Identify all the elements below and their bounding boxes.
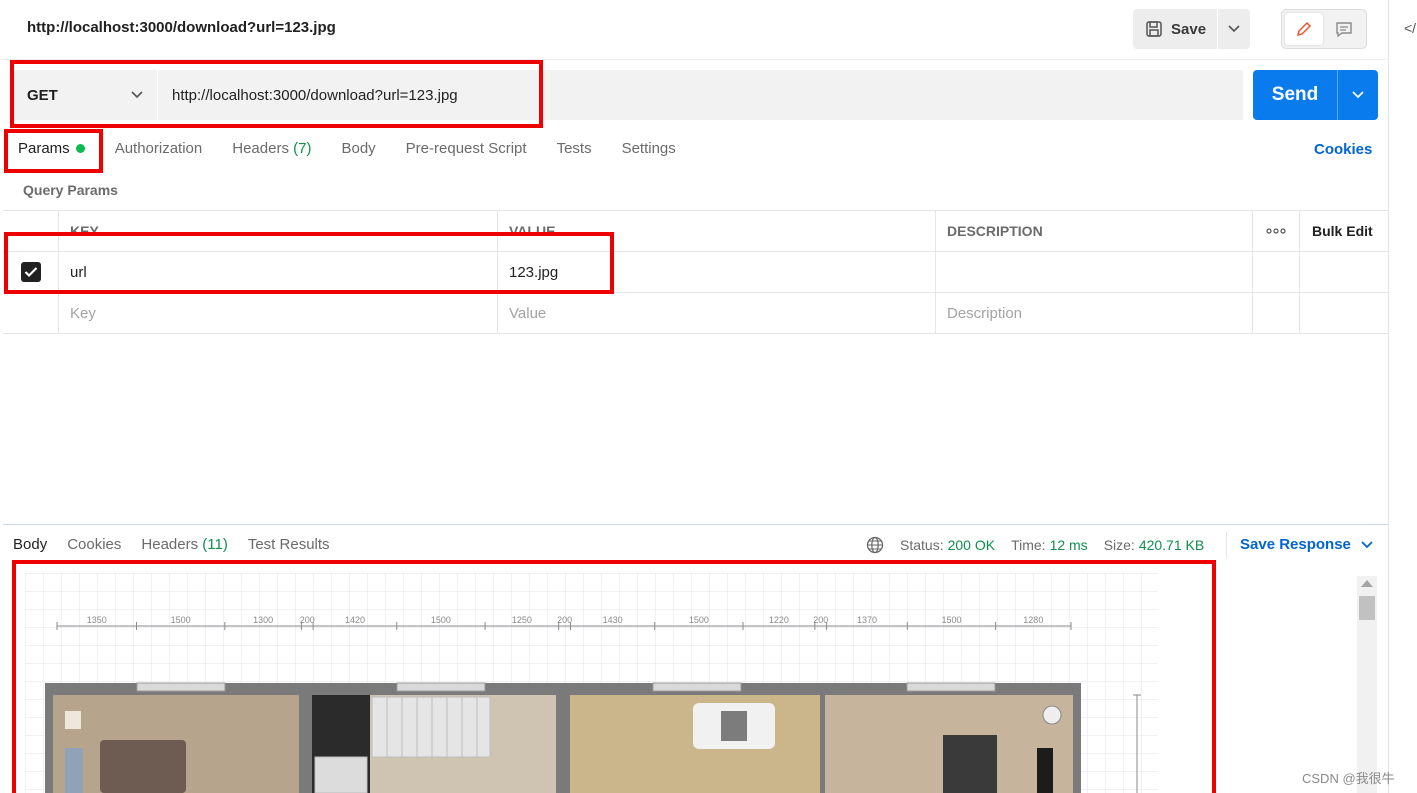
annotation-box-param-row (4, 232, 614, 294)
pencil-icon (1296, 21, 1312, 37)
tab-headers-count: (7) (293, 140, 312, 157)
save-response-button[interactable]: Save Response (1240, 536, 1373, 553)
time-value: 12 ms (1049, 537, 1088, 553)
save-label: Save (1171, 20, 1207, 38)
response-divider[interactable] (3, 524, 1388, 525)
new-value-input[interactable]: Value (498, 293, 936, 333)
chevron-down-icon (1361, 540, 1373, 548)
save-options-button[interactable] (1218, 25, 1250, 33)
response-tab-test-results[interactable]: Test Results (248, 536, 330, 553)
more-options-button[interactable] (1253, 211, 1300, 251)
tab-settings[interactable]: Settings (622, 140, 676, 157)
column-description: DESCRIPTION (936, 211, 1253, 251)
param-description-cell[interactable] (936, 252, 1253, 292)
save-icon (1146, 21, 1162, 37)
watermark-text: CSDN @我很牛 (1302, 771, 1395, 786)
code-icon[interactable]: </ (1404, 20, 1416, 36)
response-tabs: Body Cookies Headers (11) Test Results (13, 536, 350, 553)
chevron-down-icon (1228, 25, 1240, 33)
scroll-up-arrow-icon[interactable] (1361, 580, 1373, 587)
response-tab-headers[interactable]: Headers (11) (141, 536, 227, 553)
send-button-group: Send (1253, 70, 1378, 120)
response-tab-cookies[interactable]: Cookies (67, 536, 121, 553)
response-tab-body[interactable]: Body (13, 536, 47, 553)
request-title: http://localhost:3000/download?url=123.j… (27, 19, 336, 36)
size-value: 420.71 KB (1138, 537, 1205, 553)
right-sidebar-border (1388, 0, 1389, 793)
status-label: Status: (900, 537, 944, 553)
annotation-box-response (12, 560, 1216, 793)
tab-headers-label: Headers (232, 140, 289, 157)
view-mode-toggle (1281, 9, 1367, 49)
request-tabs: Params Authorization Headers (7) Body Pr… (18, 140, 706, 157)
comment-icon (1336, 22, 1352, 38)
tab-prerequest-script[interactable]: Pre-request Script (406, 140, 527, 157)
annotation-box-url (10, 60, 543, 128)
response-headers-count: (11) (202, 536, 228, 553)
globe-icon[interactable] (866, 536, 884, 554)
new-key-input[interactable]: Key (59, 293, 498, 333)
edit-mode-button[interactable] (1285, 13, 1323, 45)
new-description-input[interactable]: Description (936, 293, 1253, 333)
comments-mode-button[interactable] (1325, 13, 1363, 45)
response-meta: Status: 200 OK Time: 12 ms Size: 420.71 … (866, 536, 1220, 554)
save-response-label: Save Response (1240, 536, 1351, 553)
chevron-down-icon (1352, 91, 1364, 99)
tab-authorization[interactable]: Authorization (115, 140, 203, 157)
status-value: 200 OK (947, 537, 996, 553)
annotation-box-params (4, 129, 103, 173)
tab-body[interactable]: Body (341, 140, 375, 157)
scrollbar-thumb[interactable] (1359, 596, 1375, 620)
tab-headers[interactable]: Headers (7) (232, 140, 311, 157)
save-button-group: Save (1133, 9, 1250, 49)
bulk-edit-button[interactable]: Bulk Edit (1300, 211, 1388, 251)
tab-tests[interactable]: Tests (557, 140, 592, 157)
query-params-title: Query Params (23, 182, 118, 198)
time-label: Time: (1011, 537, 1046, 553)
save-button[interactable]: Save (1133, 9, 1217, 49)
response-headers-label: Headers (141, 536, 199, 553)
table-row-new: Key Value Description (3, 293, 1388, 334)
more-dots-icon (1266, 228, 1286, 234)
send-button[interactable]: Send (1253, 84, 1337, 106)
send-options-button[interactable] (1338, 91, 1378, 99)
cookies-link[interactable]: Cookies (1314, 141, 1372, 158)
size-label: Size: (1103, 537, 1135, 553)
meta-separator (1226, 532, 1227, 558)
